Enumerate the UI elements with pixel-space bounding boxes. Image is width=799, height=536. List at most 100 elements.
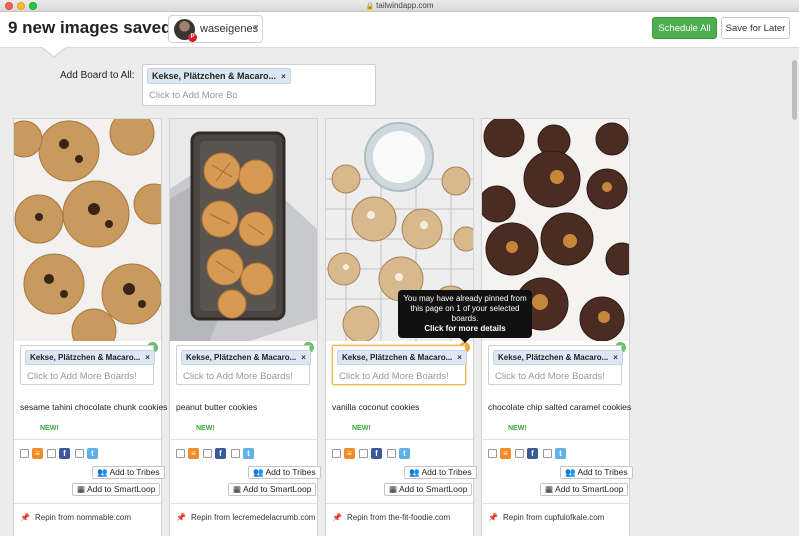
people-icon: 👥 xyxy=(565,467,578,477)
board-chip: Kekse, Plätzchen & Macaro... × xyxy=(147,68,291,84)
twitter-icon: t xyxy=(243,448,254,459)
save-for-later-button[interactable]: Save for Later xyxy=(721,17,790,39)
divider xyxy=(14,439,161,440)
facebook-icon: f xyxy=(215,448,226,459)
pinterest-checkbox[interactable] xyxy=(488,449,497,458)
add-to-smartloop-button[interactable]: ▦ Add to SmartLoop xyxy=(384,483,473,496)
divider xyxy=(326,503,473,504)
cookie-photo-1 xyxy=(14,119,161,341)
account-name: waseigenes xyxy=(200,23,259,35)
chip-remove-icon[interactable]: × xyxy=(457,353,462,362)
pinterest-checkbox[interactable] xyxy=(332,449,341,458)
board-field[interactable]: Kekse, Plätzchen & Macaro... × Click to A… xyxy=(332,345,467,385)
add-to-tribes-button[interactable]: 👥 Add to Tribes xyxy=(92,466,165,479)
pin-image[interactable] xyxy=(14,119,161,341)
pushpin-icon: 📌 xyxy=(488,513,498,522)
people-icon: 👥 xyxy=(409,467,422,477)
rss-icon: ≡ xyxy=(500,448,511,459)
window-titlebar: 🔒 tailwindapp.com xyxy=(0,0,799,12)
board-chip: Kekse, Plätzchen & Macaro... × xyxy=(181,350,311,365)
add-to-tribes-label: Add to Tribes xyxy=(421,467,472,477)
repin-text: Repin from cupfulofkale.com xyxy=(502,513,605,522)
duplicate-pin-tooltip: You may have already pinned from this pa… xyxy=(398,290,532,343)
repin-text: Repin from lecremedelacrumb.com xyxy=(190,513,316,522)
pin-image[interactable] xyxy=(170,119,317,341)
new-badge: NEW! xyxy=(40,425,59,432)
chip-remove-icon[interactable]: × xyxy=(281,72,286,81)
board-chip-label: Kekse, Plätzchen & Macaro... xyxy=(30,353,141,362)
add-to-tribes-button[interactable]: 👥 Add to Tribes xyxy=(560,466,633,479)
board-placeholder[interactable]: Click to Add More Boards! xyxy=(27,371,137,382)
add-board-to-all-field[interactable]: Kekse, Plätzchen & Macaro... × Click to A… xyxy=(142,64,376,106)
repin-source: 📌 Repin from the-fit-foodie.com xyxy=(332,513,450,522)
board-field[interactable]: Kekse, Plätzchen & Macaro... × Click to A… xyxy=(20,345,155,385)
pushpin-icon: 📌 xyxy=(176,513,186,522)
pushpin-icon: 📌 xyxy=(20,513,30,522)
board-placeholder[interactable]: Click to Add More Boards! xyxy=(183,371,293,382)
chip-remove-icon[interactable]: × xyxy=(301,353,306,362)
scrollbar[interactable] xyxy=(792,60,797,120)
pin-description[interactable]: chocolate chip salted caramel cookies xyxy=(488,402,631,412)
add-to-smartloop-button[interactable]: ▦ Add to SmartLoop xyxy=(540,483,629,496)
new-badge: NEW! xyxy=(352,425,371,432)
pin-description[interactable]: vanilla coconut cookies xyxy=(332,402,419,412)
new-badge: NEW! xyxy=(508,425,527,432)
divider xyxy=(326,439,473,440)
twitter-icon: t xyxy=(87,448,98,459)
rss-icon: ≡ xyxy=(344,448,355,459)
facebook-checkbox[interactable] xyxy=(75,449,84,458)
board-chip-label: Kekse, Plätzchen & Macaro... xyxy=(152,71,277,81)
add-to-tribes-label: Add to Tribes xyxy=(265,467,316,477)
tooltip-details-link[interactable]: Click for more details xyxy=(401,324,529,334)
account-selector[interactable]: P waseigenes ▼ xyxy=(168,15,263,43)
pin-description[interactable]: peanut butter cookies xyxy=(176,402,257,412)
board-chip-label: Kekse, Plätzchen & Macaro... xyxy=(498,353,609,362)
twitter-icon: t xyxy=(399,448,410,459)
add-to-tribes-label: Add to Tribes xyxy=(577,467,628,477)
facebook-checkbox[interactable] xyxy=(387,449,396,458)
divider xyxy=(170,439,317,440)
board-chip: Kekse, Plätzchen & Macaro... × xyxy=(493,350,623,365)
board-field[interactable]: Kekse, Plätzchen & Macaro... × Click to A… xyxy=(176,345,311,385)
grid-icon: ▦ xyxy=(77,484,87,494)
schedule-all-button[interactable]: Schedule All xyxy=(652,17,717,39)
add-to-tribes-button[interactable]: 👥 Add to Tribes xyxy=(248,466,321,479)
rss-checkbox[interactable] xyxy=(47,449,56,458)
add-board-to-all-label: Add Board to All: xyxy=(60,70,135,81)
add-board-placeholder[interactable]: Click to Add More Boa xyxy=(149,90,237,101)
pin-description[interactable]: sesame tahini chocolate chunk cookies xyxy=(20,402,167,412)
chevron-down-icon: ▼ xyxy=(252,23,260,32)
add-to-smartloop-button[interactable]: ▦ Add to SmartLoop xyxy=(72,483,161,496)
rss-checkbox[interactable] xyxy=(203,449,212,458)
repin-source: 📌 Repin from nommable.com xyxy=(20,513,131,522)
facebook-checkbox[interactable] xyxy=(231,449,240,458)
rss-checkbox[interactable] xyxy=(359,449,368,458)
chip-remove-icon[interactable]: × xyxy=(613,353,618,362)
header-pointer xyxy=(40,46,68,58)
page-title: 9 new images saved! xyxy=(8,18,178,37)
repin-source: 📌 Repin from cupfulofkale.com xyxy=(488,513,604,522)
add-to-tribes-button[interactable]: 👥 Add to Tribes xyxy=(404,466,477,479)
twitter-icon: t xyxy=(555,448,566,459)
board-placeholder[interactable]: Click to Add More Boards! xyxy=(495,371,605,382)
add-to-smartloop-label: Add to SmartLoop xyxy=(86,484,156,494)
board-chip-label: Kekse, Plätzchen & Macaro... xyxy=(186,353,297,362)
page-header: 9 new images saved! P waseigenes ▼ Sched… xyxy=(0,12,799,48)
facebook-checkbox[interactable] xyxy=(543,449,552,458)
pinterest-checkbox[interactable] xyxy=(176,449,185,458)
board-placeholder[interactable]: Click to Add More Boards! xyxy=(339,371,449,382)
chip-remove-icon[interactable]: × xyxy=(145,353,150,362)
repin-text: Repin from the-fit-foodie.com xyxy=(346,513,451,522)
rss-icon: ≡ xyxy=(188,448,199,459)
pinterest-checkbox[interactable] xyxy=(20,449,29,458)
divider xyxy=(482,439,629,440)
url-display: 🔒 tailwindapp.com xyxy=(0,1,799,10)
pushpin-icon: 📌 xyxy=(332,513,342,522)
board-field[interactable]: Kekse, Plätzchen & Macaro... × Click to A… xyxy=(488,345,623,385)
rss-checkbox[interactable] xyxy=(515,449,524,458)
add-to-tribes-label: Add to Tribes xyxy=(109,467,160,477)
people-icon: 👥 xyxy=(253,467,266,477)
add-to-smartloop-button[interactable]: ▦ Add to SmartLoop xyxy=(228,483,317,496)
rss-icon: ≡ xyxy=(32,448,43,459)
tooltip-text: You may have already pinned from this pa… xyxy=(403,294,527,323)
